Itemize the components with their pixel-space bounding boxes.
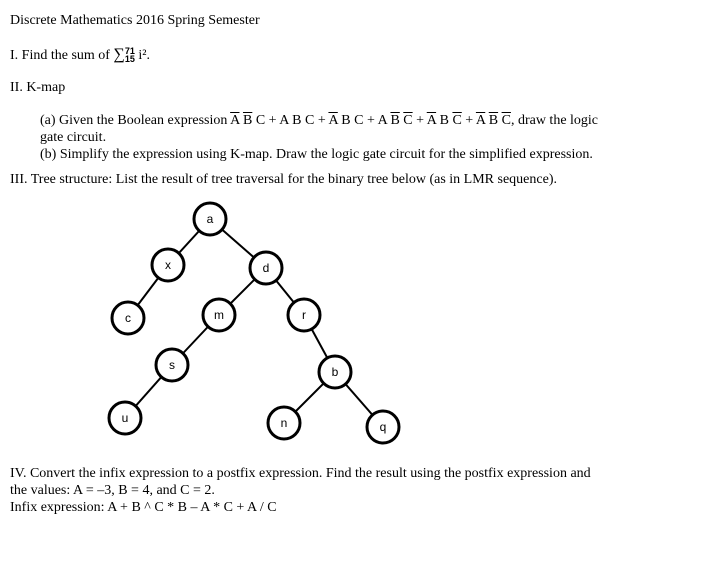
tree-node-q: q [365,409,401,445]
tree-node-b: b [317,354,353,390]
node-label: m [214,308,224,322]
infix-expression: Infix expression: A + B ^ C * B – A * C … [10,500,277,515]
question-4-line-1: IV. Convert the infix expression to a po… [10,466,591,481]
node-label: x [165,258,171,272]
tree-node-r: r [286,297,322,333]
node-label: s [169,358,175,372]
tree-node-s: s [154,347,190,383]
node-label: u [122,411,129,425]
tree-node-u: u [107,400,143,436]
node-label: b [332,365,339,379]
node-label: q [380,420,387,434]
tree-node-x: x [150,247,186,283]
node-label: n [281,416,288,430]
tree-node-d: d [248,250,284,286]
tree-node-m: m [201,297,237,333]
tree-node-a: a [192,201,228,237]
node-label: d [263,261,270,275]
node-label: c [125,311,131,325]
tree-node-c: c [110,300,146,336]
node-label: r [302,308,306,322]
tree-node-n: n [266,405,302,441]
node-label: a [207,212,214,226]
question-4-line-2: the values: A = –3, B = 4, and C = 2. [10,483,215,498]
